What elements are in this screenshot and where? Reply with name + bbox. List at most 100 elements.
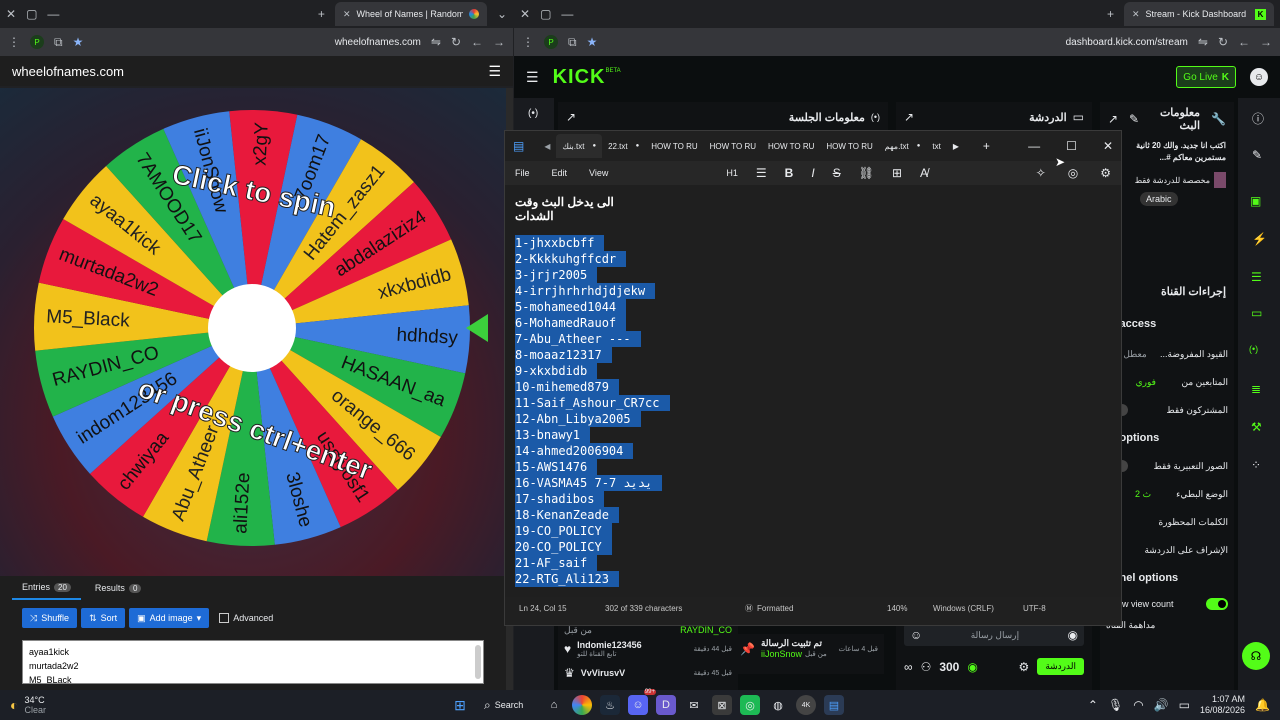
chat-bubble-icon[interactable]: ▭ — [1251, 306, 1262, 320]
menu-dots-icon[interactable]: ⋮ — [8, 35, 20, 49]
extensions-icon[interactable]: ⧉ — [54, 35, 63, 50]
status-zoom[interactable]: 140% — [887, 604, 933, 613]
unsaved-dot-icon[interactable]: ● — [917, 143, 921, 149]
expand-icon[interactable]: ↗ — [566, 110, 576, 124]
list-icon[interactable]: ☰ — [1251, 270, 1262, 284]
tab-entries[interactable]: Entries 20 — [12, 576, 81, 600]
new-tab-icon[interactable]: + — [318, 7, 325, 21]
sort-button[interactable]: ⇅ Sort — [81, 608, 126, 628]
notepad-tab[interactable]: HOW TO RU — [762, 134, 820, 158]
chat-send-button[interactable]: الدردشة — [1037, 658, 1084, 675]
shuffle-button[interactable]: ⤨ Shuffle — [22, 608, 78, 628]
apps-icon[interactable]: ⁘ — [1251, 458, 1261, 472]
broadcast-icon[interactable]: (•) — [1249, 344, 1258, 354]
copilot-icon[interactable]: ✧ — [1036, 166, 1046, 180]
site-settings-icon[interactable]: ⇋ — [1198, 35, 1208, 49]
maximize-icon[interactable]: ▢ — [26, 7, 37, 21]
maximize-icon[interactable]: ☐ — [1066, 139, 1077, 153]
menu-dots-icon[interactable]: ⋮ — [522, 35, 534, 49]
wrench-icon[interactable]: ⚒ — [1251, 420, 1262, 434]
chevron-down-icon[interactable]: ⌄ — [497, 7, 507, 21]
entries-textarea[interactable]: ayaa1kick murtada2w2 M5_BLack — [22, 640, 484, 684]
feed-name[interactable]: RAYDIN_CO — [680, 625, 732, 635]
notepad-editor[interactable]: الى يدخل البث وقت الشدات 1-jhxxbcbff 2-Kk… — [505, 185, 1121, 597]
tab-kick-dashboard[interactable]: ✕ Stream - Kick Dashboard K — [1124, 2, 1274, 26]
minimize-icon[interactable]: — — [561, 7, 573, 21]
expand-icon[interactable]: ↗ — [904, 110, 914, 124]
site-brand[interactable]: wheelofnames.com — [12, 64, 124, 79]
notepad-tab[interactable]: مهم.txt ● — [879, 134, 927, 158]
account-icon[interactable]: ◎ — [1068, 166, 1078, 180]
4k-app-icon[interactable]: 4K — [796, 695, 816, 715]
notepad-tab[interactable]: بنك.txt ● — [556, 134, 603, 158]
notepad-tab[interactable]: 22.txt ● — [602, 134, 645, 158]
link-icon[interactable]: ⛓ — [859, 166, 874, 180]
infinity-icon[interactable]: ∞ — [904, 660, 913, 674]
language-tag[interactable]: Arabic — [1140, 192, 1178, 206]
camera-icon[interactable]: ◍ — [768, 695, 788, 715]
unsaved-dot-icon[interactable]: ● — [592, 143, 596, 149]
windows-start-icon[interactable]: ⊞ — [450, 695, 470, 715]
heading-dropdown[interactable]: H1 — [726, 168, 738, 178]
xbox-icon[interactable]: ⊠ — [712, 695, 732, 715]
pinned-by[interactable]: iiJonSnow — [761, 649, 802, 659]
reload-icon[interactable]: ↻ — [1218, 35, 1228, 49]
forward-icon[interactable]: → — [1260, 35, 1272, 49]
layout-icon[interactable]: ▣ — [1250, 194, 1261, 208]
url-text[interactable]: wheelofnames.com — [335, 37, 421, 48]
notepad-tab[interactable]: HOW TO RU — [645, 134, 703, 158]
settings-gear-icon[interactable]: ⚙ — [1019, 660, 1030, 674]
new-tab-icon[interactable]: + — [1107, 7, 1114, 21]
wheel-center[interactable] — [208, 284, 296, 372]
mail-icon[interactable]: ✉ — [684, 695, 704, 715]
textarea-scrollbar[interactable] — [475, 645, 481, 679]
notepad-tab[interactable]: txt — [926, 134, 946, 158]
menu-edit[interactable]: Edit — [552, 168, 568, 178]
hamburger-menu-icon[interactable]: ☰ — [526, 69, 539, 86]
strikethrough-icon[interactable]: S — [833, 166, 841, 180]
users-icon[interactable]: ⚇ — [921, 660, 932, 674]
notification-bell-icon[interactable]: 🔔 — [1255, 698, 1270, 712]
close-tab-icon[interactable]: ✕ — [1132, 9, 1140, 20]
tab-scroll-right-icon[interactable]: ▸ — [953, 139, 959, 153]
home-icon[interactable]: ⌂ — [544, 695, 564, 715]
forward-icon[interactable]: → — [493, 35, 505, 49]
chat-input[interactable]: ☺ إرسال رسالة ◉ — [904, 624, 1084, 646]
italic-icon[interactable]: I — [811, 166, 814, 180]
user-avatar[interactable]: ☺ — [1250, 68, 1268, 86]
notepad-tab[interactable]: HOW TO RU — [820, 134, 878, 158]
close-icon[interactable]: ✕ — [6, 7, 16, 21]
taskbar-search[interactable]: ⌕ Search — [478, 698, 536, 713]
wifi-icon[interactable]: ◠ — [1133, 698, 1143, 712]
clock[interactable]: 1:07 AM 16/08/2026 — [1200, 694, 1245, 716]
maximize-icon[interactable]: ▢ — [540, 7, 551, 21]
emoji-icon[interactable]: ☺ — [910, 628, 922, 642]
feed-name[interactable]: Indomie123456 — [577, 640, 694, 650]
tab-results[interactable]: Results 0 — [95, 583, 142, 593]
back-icon[interactable]: ← — [471, 35, 483, 49]
steam-icon[interactable]: ♨ — [600, 695, 620, 715]
notepad-taskbar-icon[interactable]: ▤ — [824, 695, 844, 715]
chrome-icon[interactable] — [572, 695, 592, 715]
minimize-icon[interactable]: — — [47, 7, 59, 21]
info-icon[interactable]: ⓘ — [1252, 110, 1264, 127]
weather-widget[interactable]: ◐ 34°C Clear — [10, 695, 120, 715]
settings-gear-icon[interactable]: ⚙ — [1100, 166, 1111, 180]
show-view-count-toggle[interactable] — [1206, 598, 1228, 610]
status-format[interactable]: Formatted — [757, 604, 887, 613]
advanced-checkbox[interactable]: Advanced — [219, 613, 273, 623]
profile-avatar[interactable]: P — [30, 35, 44, 49]
add-image-button[interactable]: ▣ Add image ▾ — [129, 608, 210, 628]
clear-format-icon[interactable]: A̸ — [920, 166, 928, 180]
minimize-icon[interactable]: — — [1028, 139, 1040, 153]
microphone-icon[interactable]: 🎙 — [1108, 698, 1123, 712]
bold-icon[interactable]: B — [785, 166, 794, 180]
status-encoding[interactable]: UTF-8 — [1023, 604, 1046, 613]
bookmark-star-icon[interactable]: ★ — [73, 35, 84, 49]
new-tab-icon[interactable]: + — [983, 139, 990, 153]
battery-icon[interactable]: ▭ — [1179, 698, 1190, 712]
back-icon[interactable]: ← — [1238, 35, 1250, 49]
close-tab-icon[interactable]: ✕ — [343, 9, 351, 20]
hamburger-menu-icon[interactable]: ☰ — [488, 63, 501, 80]
menu-file[interactable]: File — [515, 168, 530, 178]
